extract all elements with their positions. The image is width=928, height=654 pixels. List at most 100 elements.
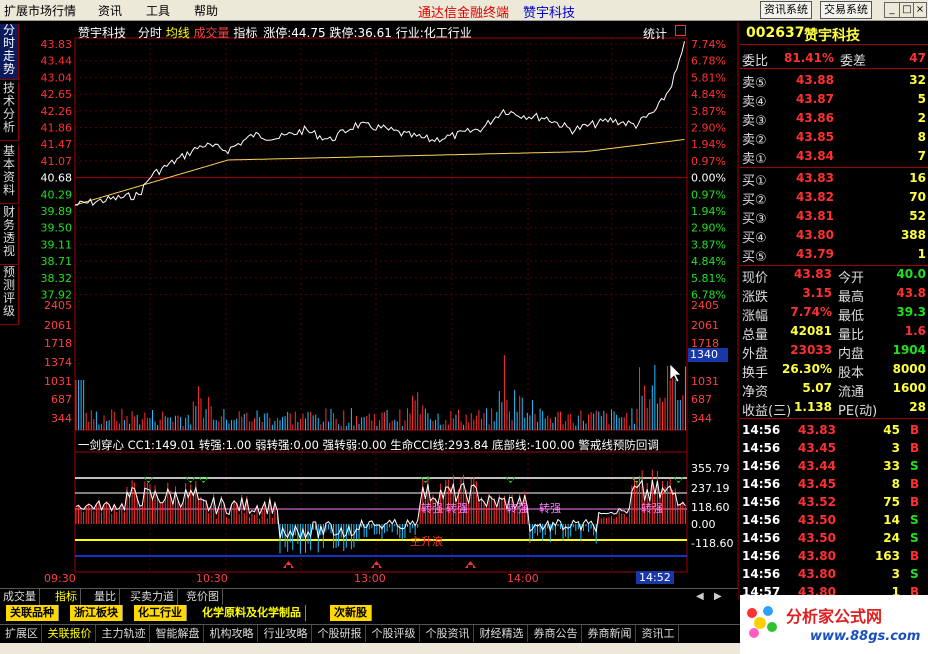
tick-row: 14:56 43.45 8 B bbox=[740, 477, 926, 495]
nav-tab[interactable]: 资讯工 bbox=[639, 625, 679, 642]
header-average[interactable]: 均线 bbox=[166, 26, 190, 40]
tick-side: S bbox=[910, 513, 919, 527]
tab-buy-sell-force[interactable]: 买卖力道 bbox=[127, 589, 178, 605]
tick-side: B bbox=[910, 549, 920, 563]
stat-value: 26.30% bbox=[782, 362, 832, 376]
ask-volume: 2 bbox=[917, 111, 926, 125]
cci-histogram bbox=[75, 469, 686, 554]
percent-tick-label: 4.84% bbox=[691, 88, 726, 101]
nav-tab[interactable]: 财经精选 bbox=[477, 625, 528, 642]
ask-price[interactable]: 43.87 bbox=[782, 92, 834, 106]
time-label-1400: 14:00 bbox=[507, 572, 539, 585]
tick-volume: 163 bbox=[874, 549, 900, 563]
percent-tick-label: 1.94% bbox=[691, 138, 726, 151]
tick-row: 14:56 43.44 33 S bbox=[740, 459, 926, 477]
tick-price: 43.44 bbox=[798, 459, 836, 473]
tick-side: S bbox=[910, 531, 919, 545]
tick-row: 14:56 43.83 45 B bbox=[740, 423, 926, 441]
annotation-main-wave: 主升浪 bbox=[410, 534, 443, 548]
bid-label: 买① bbox=[742, 174, 767, 189]
ask-volume: 7 bbox=[917, 149, 926, 163]
nav-tab[interactable]: 券商公告 bbox=[531, 625, 582, 642]
header-volume[interactable]: 成交量 bbox=[194, 26, 230, 40]
percent-tick-label: 3.87% bbox=[691, 105, 726, 118]
ind-strong: 转强:1.00 bbox=[198, 438, 252, 452]
percent-tick-label: 0.97% bbox=[691, 188, 726, 201]
tab-new-stock[interactable]: 次新股 bbox=[330, 605, 372, 621]
tab-chemical-materials[interactable]: 化学原料及化学制品 bbox=[198, 605, 306, 621]
bid-volume: 52 bbox=[909, 209, 926, 223]
ask-label: 卖⑤ bbox=[742, 76, 767, 91]
ask-price[interactable]: 43.85 bbox=[782, 130, 834, 144]
volume-bars bbox=[75, 355, 686, 430]
bid-volume: 1 bbox=[917, 247, 926, 261]
nav-tab[interactable]: 关联报价 bbox=[45, 625, 96, 642]
ask-label: 卖② bbox=[742, 133, 767, 148]
tab-volume[interactable]: 成交量 bbox=[0, 589, 40, 605]
tick-price: 43.52 bbox=[798, 495, 836, 509]
ind-name[interactable]: 一剑穿心 bbox=[78, 438, 124, 452]
tab-related[interactable]: 关联品种 bbox=[6, 605, 59, 621]
nav-tab[interactable]: 扩展区 bbox=[2, 625, 42, 642]
tick-time: 14:56 bbox=[742, 423, 781, 437]
tab-volume-ratio[interactable]: 量比 bbox=[91, 589, 120, 605]
nav-tab[interactable]: 个股研报 bbox=[315, 625, 366, 642]
bid-price[interactable]: 43.80 bbox=[782, 228, 834, 242]
price-gridlines bbox=[75, 43, 687, 295]
ind-life-cci: 生命CCI线:293.84 bbox=[390, 438, 489, 452]
sector-tabs: 关联品种 浙江板块 化工行业 化学原料及化学制品 次新股 bbox=[0, 605, 738, 622]
diff-label: 委差 bbox=[840, 54, 867, 69]
bid-price[interactable]: 43.83 bbox=[782, 171, 834, 185]
price-tick-label: 39.50 bbox=[41, 222, 73, 235]
nav-tab[interactable]: 智能解盘 bbox=[153, 625, 204, 642]
stat-value: 1904 bbox=[892, 343, 926, 357]
bid-book: 买① 43.83 16 买② 43.82 70 买③ 43.81 52 买④ 43.80 388 买⑤ 4… bbox=[740, 169, 928, 266]
bid-label: 买② bbox=[742, 193, 767, 208]
trade-system-button[interactable]: 交易系统 bbox=[820, 1, 872, 19]
stat-value: 42081 bbox=[790, 324, 832, 338]
header-indicator[interactable]: 指标 bbox=[233, 26, 257, 40]
tab-indicator[interactable]: 指标 bbox=[52, 589, 81, 605]
percent-tick-label: 2.90% bbox=[691, 222, 726, 235]
nav-tab[interactable]: 主力轨迹 bbox=[99, 625, 150, 642]
bid-price[interactable]: 43.82 bbox=[782, 190, 834, 204]
expand-icon[interactable] bbox=[675, 25, 686, 36]
nav-tab[interactable]: 机构攻略 bbox=[207, 625, 258, 642]
mouse-cursor-icon bbox=[669, 363, 682, 383]
percent-tick-label: 6.78% bbox=[691, 55, 726, 68]
tab-auction[interactable]: 竞价图 bbox=[183, 589, 223, 605]
scroll-right-icon[interactable]: ▶ bbox=[714, 591, 722, 602]
quote-stats: 现价 43.83 今开 40.0 涨跌 3.15 最高 43.8 涨幅 7.74% 最低 39.3 总量… bbox=[740, 266, 928, 419]
watermark-logo: 分析家公式网 www.88gs.com bbox=[740, 595, 928, 654]
nav-tab[interactable]: 行业攻略 bbox=[261, 625, 312, 642]
annotation-strong-1: 转强 bbox=[421, 501, 443, 515]
price-axis-left: 43.83 43.44 43.04 42.65 42.26 41.86 41.47 41.07… bbox=[41, 38, 73, 302]
tick-list[interactable]: 14:56 43.83 45 B 14:56 43.45 3 B 14:56 43.44 33 S 14… bbox=[740, 420, 928, 596]
close-icon[interactable]: × bbox=[913, 2, 927, 18]
bid-volume: 70 bbox=[909, 190, 926, 204]
stat-label: 量比 bbox=[838, 328, 865, 343]
tick-time: 14:56 bbox=[742, 495, 781, 509]
nav-tab[interactable]: 个股评级 bbox=[369, 625, 420, 642]
volume-tick-label: 1031 bbox=[44, 375, 72, 388]
nav-tab[interactable]: 个股资讯 bbox=[423, 625, 474, 642]
ask-price[interactable]: 43.88 bbox=[782, 73, 834, 87]
header-intraday[interactable]: 分时 bbox=[138, 26, 162, 40]
tab-zhejiang[interactable]: 浙江板块 bbox=[70, 605, 123, 621]
stats-button[interactable]: 统计 bbox=[643, 25, 667, 42]
bid-price[interactable]: 43.79 bbox=[782, 247, 834, 261]
news-system-button[interactable]: 资讯系统 bbox=[760, 1, 812, 19]
tick-price: 43.80 bbox=[798, 549, 836, 563]
intraday-chart[interactable]: 43.83 43.44 43.04 42.65 42.26 41.86 41.47 41.07… bbox=[0, 0, 740, 600]
ask-price[interactable]: 43.84 bbox=[782, 149, 834, 163]
minimize-icon[interactable]: _ bbox=[884, 2, 900, 18]
bid-price[interactable]: 43.81 bbox=[782, 209, 834, 223]
tab-chemical[interactable]: 化工行业 bbox=[134, 605, 187, 621]
nav-tab[interactable]: 券商新闻 bbox=[585, 625, 636, 642]
ask-price[interactable]: 43.86 bbox=[782, 111, 834, 125]
tick-volume: 8 bbox=[891, 477, 900, 491]
volume-tick-label: 2061 bbox=[44, 319, 72, 332]
volume-tick-label: 1374 bbox=[44, 356, 72, 369]
scroll-left-icon[interactable]: ◀ bbox=[696, 591, 704, 602]
percent-axis-right: 7.74% 6.78% 5.81% 4.84% 3.87% 2.90% 1.94% 0.97%… bbox=[691, 38, 726, 302]
